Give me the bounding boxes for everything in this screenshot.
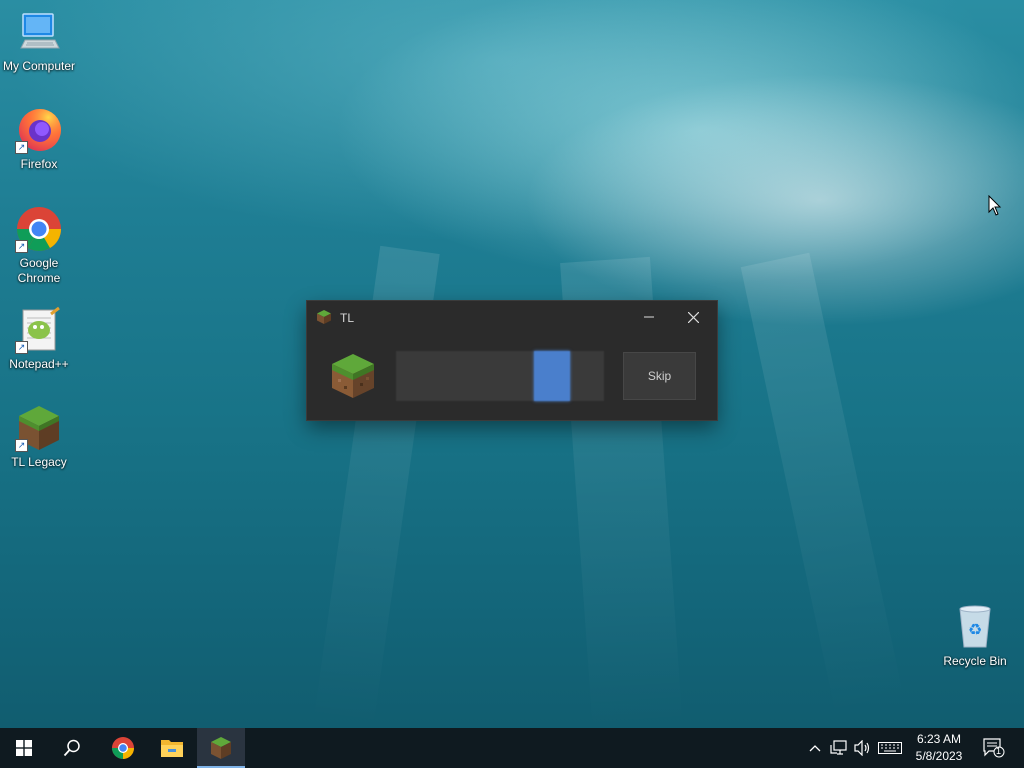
clock-time: 6:23 AM xyxy=(916,732,962,746)
clock[interactable]: 6:23 AM 5/8/2023 xyxy=(905,731,973,765)
volume-button[interactable] xyxy=(851,728,875,768)
taskbar-tl-legacy[interactable] xyxy=(197,728,245,768)
desktop-icon-label: Notepad++ xyxy=(9,357,69,371)
svg-text:♻: ♻ xyxy=(968,620,982,639)
desktop-icon-tl-legacy[interactable]: ↗ TL Legacy xyxy=(1,404,77,470)
firefox-icon: ↗ xyxy=(15,106,63,154)
shortcut-arrow-icon: ↗ xyxy=(15,439,28,452)
show-hidden-icons-button[interactable] xyxy=(804,728,826,768)
dialog-titlebar[interactable]: TL xyxy=(307,301,717,333)
grass-block-icon xyxy=(330,353,376,399)
close-icon xyxy=(687,311,699,323)
file-explorer-icon xyxy=(161,740,183,757)
progress-bar xyxy=(396,351,604,401)
desktop-icon-my-computer[interactable]: My Computer xyxy=(1,8,77,74)
notification-count-badge: 1 xyxy=(996,746,1002,756)
desktop-icon-firefox[interactable]: ↗ Firefox xyxy=(1,106,77,172)
keyboard-icon xyxy=(878,742,902,754)
network-button[interactable] xyxy=(827,728,851,768)
progress-bar-fill xyxy=(534,351,570,401)
network-icon xyxy=(830,740,847,755)
skip-button[interactable]: Skip xyxy=(623,352,696,400)
keyboard-button[interactable] xyxy=(876,728,904,768)
start-button[interactable] xyxy=(0,728,48,768)
desktop-icon-label: Firefox xyxy=(20,157,58,171)
notification-icon xyxy=(983,738,1005,758)
shortcut-arrow-icon: ↗ xyxy=(15,240,28,253)
minimize-button[interactable] xyxy=(627,301,671,333)
close-button[interactable] xyxy=(671,301,715,333)
search-button[interactable] xyxy=(48,728,96,768)
desktop-icon-recycle-bin[interactable]: ♻ Recycle Bin xyxy=(937,603,1013,669)
chevron-up-icon xyxy=(809,745,821,752)
minimize-icon xyxy=(644,316,654,318)
recycle-bin-icon: ♻ xyxy=(951,603,999,651)
search-icon xyxy=(63,739,80,757)
chrome-icon: ↗ xyxy=(15,205,63,253)
desktop-icon-google-chrome[interactable]: ↗ Google Chrome xyxy=(1,205,77,286)
shortcut-arrow-icon: ↗ xyxy=(15,341,28,354)
light-ray xyxy=(740,252,905,718)
clock-date: 5/8/2023 xyxy=(915,749,963,763)
desktop-icon-label: Recycle Bin xyxy=(943,654,1007,668)
desktop-icon-label: Google Chrome xyxy=(17,256,61,285)
action-center-button[interactable]: 1 xyxy=(978,728,1010,768)
computer-icon xyxy=(15,8,63,56)
launcher-dialog: TL Skip xyxy=(307,301,717,420)
grass-block-icon xyxy=(317,310,331,324)
desktop-icon-label: My Computer xyxy=(2,59,76,73)
taskbar-chrome[interactable] xyxy=(99,728,147,768)
desktop-icon-label: TL Legacy xyxy=(11,455,67,469)
start-icon xyxy=(16,740,32,756)
dialog-title: TL xyxy=(340,311,355,325)
shortcut-arrow-icon: ↗ xyxy=(15,141,28,154)
tl-legacy-icon xyxy=(211,737,231,759)
taskbar-file-explorer[interactable] xyxy=(148,728,196,768)
notepadpp-icon: ↗ xyxy=(15,306,63,354)
mouse-cursor-icon xyxy=(988,195,1002,216)
taskbar: 6:23 AM 5/8/2023 1 xyxy=(0,728,1024,768)
desktop-icon-notepadpp[interactable]: ↗ Notepad++ xyxy=(1,306,77,372)
grass-block-icon: ↗ xyxy=(15,404,63,452)
chrome-icon xyxy=(112,737,134,759)
speaker-icon xyxy=(854,740,870,756)
